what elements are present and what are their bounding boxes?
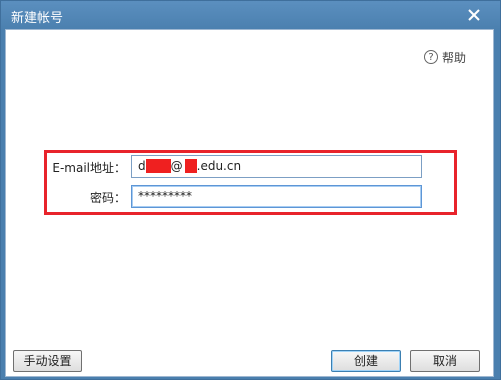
password-label: 密码： (89, 191, 126, 205)
help-icon: ? (424, 50, 438, 64)
title-bar[interactable]: 新建帐号 (1, 1, 500, 29)
redaction-mark (184, 158, 197, 173)
email-text-part: d (138, 159, 146, 173)
password-value: ********* (138, 189, 192, 203)
email-text-part: .edu.cn (196, 159, 242, 173)
close-icon[interactable] (464, 5, 484, 25)
window-title: 新建帐号 (11, 11, 64, 26)
help-link[interactable]: ? 帮助 (424, 48, 466, 66)
password-field[interactable]: ********* (131, 185, 422, 208)
help-label: 帮助 (442, 50, 467, 65)
email-field[interactable]: d @ .edu.cn (131, 155, 422, 178)
new-account-dialog: 新建帐号 ? 帮助 E-mail地址： d @ .edu.cn 密码： ******… (0, 0, 501, 380)
email-label: E-mail地址： (52, 161, 126, 175)
create-button[interactable]: 创建 (331, 350, 401, 372)
redaction-mark (145, 158, 171, 173)
dialog-content: ? 帮助 E-mail地址： d @ .edu.cn 密码： ********* 手… (5, 29, 494, 377)
cancel-button[interactable]: 取消 (410, 350, 480, 372)
manual-settings-button[interactable]: 手动设置 (13, 350, 82, 372)
email-text-part: @ (170, 159, 183, 173)
